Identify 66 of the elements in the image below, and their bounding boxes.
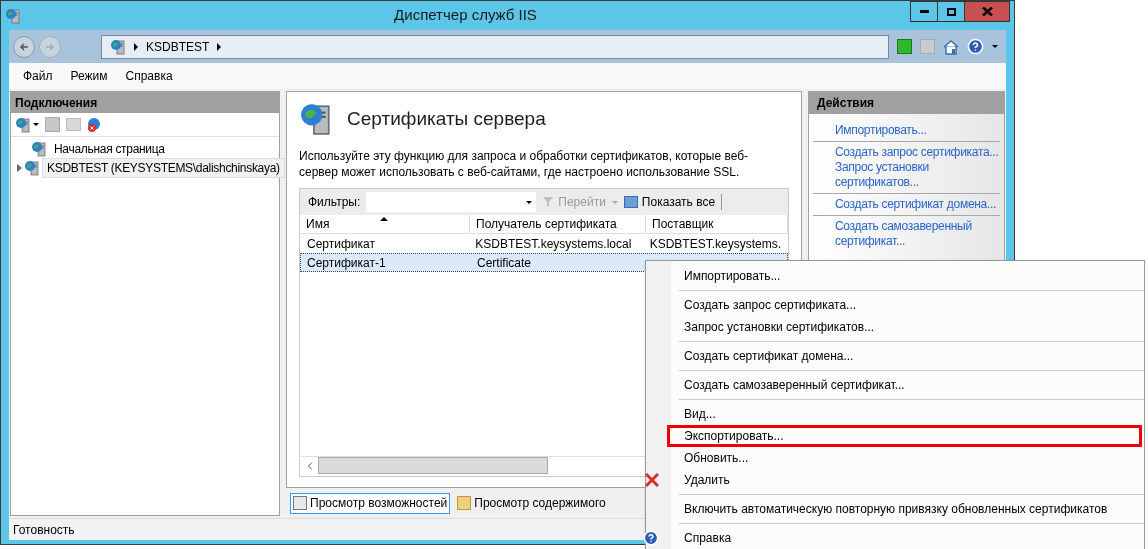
show-all-button[interactable]: Показать все: [623, 193, 716, 211]
scroll-thumb[interactable]: [318, 457, 548, 474]
action-link[interactable]: Создать сертификат домена...: [835, 197, 1000, 212]
action-link[interactable]: Создать запрос сертификата...: [835, 145, 1000, 160]
window-title: Диспетчер служб IIS: [393, 5, 538, 26]
context-menu-item[interactable]: Запрос установки сертификатов...: [667, 316, 1142, 338]
home-icon[interactable]: [943, 38, 959, 55]
table-cell-text: KSDBTEST.keysystems.: [648, 235, 782, 252]
table-cell-text: Certificate: [476, 254, 533, 271]
breadcrumb-item[interactable]: KSDBTEST: [146, 37, 210, 56]
home-page-icon: [31, 140, 47, 157]
server-icon: [110, 38, 126, 55]
context-menu-item[interactable]: Создать запрос сертификата...: [667, 294, 1142, 316]
back-arrow-icon: [19, 41, 29, 52]
action-link[interactable]: Импортировать...: [835, 123, 1000, 138]
funnel-icon: [542, 196, 555, 208]
address-field[interactable]: KSDBTEST: [101, 34, 889, 59]
dropdown-caret-icon[interactable]: [33, 123, 39, 126]
context-menu-item[interactable]: Создать самозаверенный сертификат...: [667, 374, 1142, 396]
server-icon: [24, 159, 40, 176]
action-link[interactable]: Запрос установки сертификатов...: [835, 160, 1000, 190]
context-menu-item[interactable]: Удалить: [667, 469, 1142, 491]
breadcrumb-arrow-icon: [217, 42, 222, 51]
tree-item[interactable]: Начальная страница: [49, 138, 170, 159]
table-cell-text: Сертификат: [306, 235, 376, 252]
column-header[interactable]: Имя: [300, 215, 470, 233]
close-icon: [981, 7, 993, 16]
dropdown-caret-icon: [526, 200, 533, 204]
column-header[interactable]: Получатель сертификата: [470, 215, 646, 233]
view-tab[interactable]: Просмотр содержимого: [454, 492, 609, 514]
tree-item[interactable]: KSDBTEST (KEYSYSTEMS\dalishchinskaya): [42, 157, 285, 178]
menu-item[interactable]: Файл: [23, 67, 53, 85]
context-menu-item[interactable]: Справка: [667, 527, 1142, 549]
help-icon[interactable]: [967, 38, 984, 55]
panel-header: Подключения: [11, 92, 279, 113]
filter-label: Фильтры:: [308, 194, 361, 211]
context-menu-item[interactable]: Вид...: [667, 403, 1142, 425]
context-menu-item[interactable]: Экспортировать...: [667, 425, 1142, 447]
table-cell-text: Сертификат-1: [306, 254, 387, 271]
close-button[interactable]: [964, 1, 1010, 22]
context-menu-item[interactable]: Обновить...: [667, 447, 1142, 469]
view-tab[interactable]: Просмотр возможностей: [290, 492, 451, 514]
back-button[interactable]: [13, 35, 35, 58]
dropdown-caret-icon[interactable]: [992, 45, 998, 48]
minimize-button[interactable]: [910, 1, 938, 22]
server-icon: [299, 102, 333, 136]
context-menu-item[interactable]: Создать сертификат домена...: [667, 345, 1142, 367]
panel-header: Действия: [809, 92, 1004, 114]
connect-globe-icon: [15, 116, 31, 133]
page-title: Сертификаты сервера: [347, 106, 546, 131]
breadcrumb-arrow-icon: [134, 42, 138, 51]
description-text: Используйте эту функцию для запроса и обработки сертификатов, которые веб-сервер может использовать с веб-сайтами, где настроено использование SSL.: [299, 148, 750, 180]
filter-field[interactable]: [366, 192, 537, 212]
menu-item[interactable]: Справка: [125, 67, 173, 85]
disconnect-icon[interactable]: [87, 116, 103, 133]
forward-arrow-icon: [45, 41, 55, 52]
delete-x-icon: [645, 473, 659, 487]
sort-arrow-icon: [380, 217, 388, 221]
table-row[interactable]: Сертификат KSDBTEST.keysystems.local KSDBTEST.keysystems.: [300, 234, 788, 253]
status-text: Готовность: [13, 521, 75, 539]
column-header[interactable]: Поставщик: [646, 215, 788, 233]
context-menu-item[interactable]: Включить автоматическую повторную привязку обновленных сертификатов: [667, 498, 1142, 520]
action-link[interactable]: Создать самозаверенный сертификат...: [835, 219, 1000, 249]
table-cell-text: KSDBTEST.keysystems.local: [474, 235, 633, 252]
menu-item[interactable]: Режим: [70, 67, 108, 85]
app-icon: [5, 7, 21, 24]
